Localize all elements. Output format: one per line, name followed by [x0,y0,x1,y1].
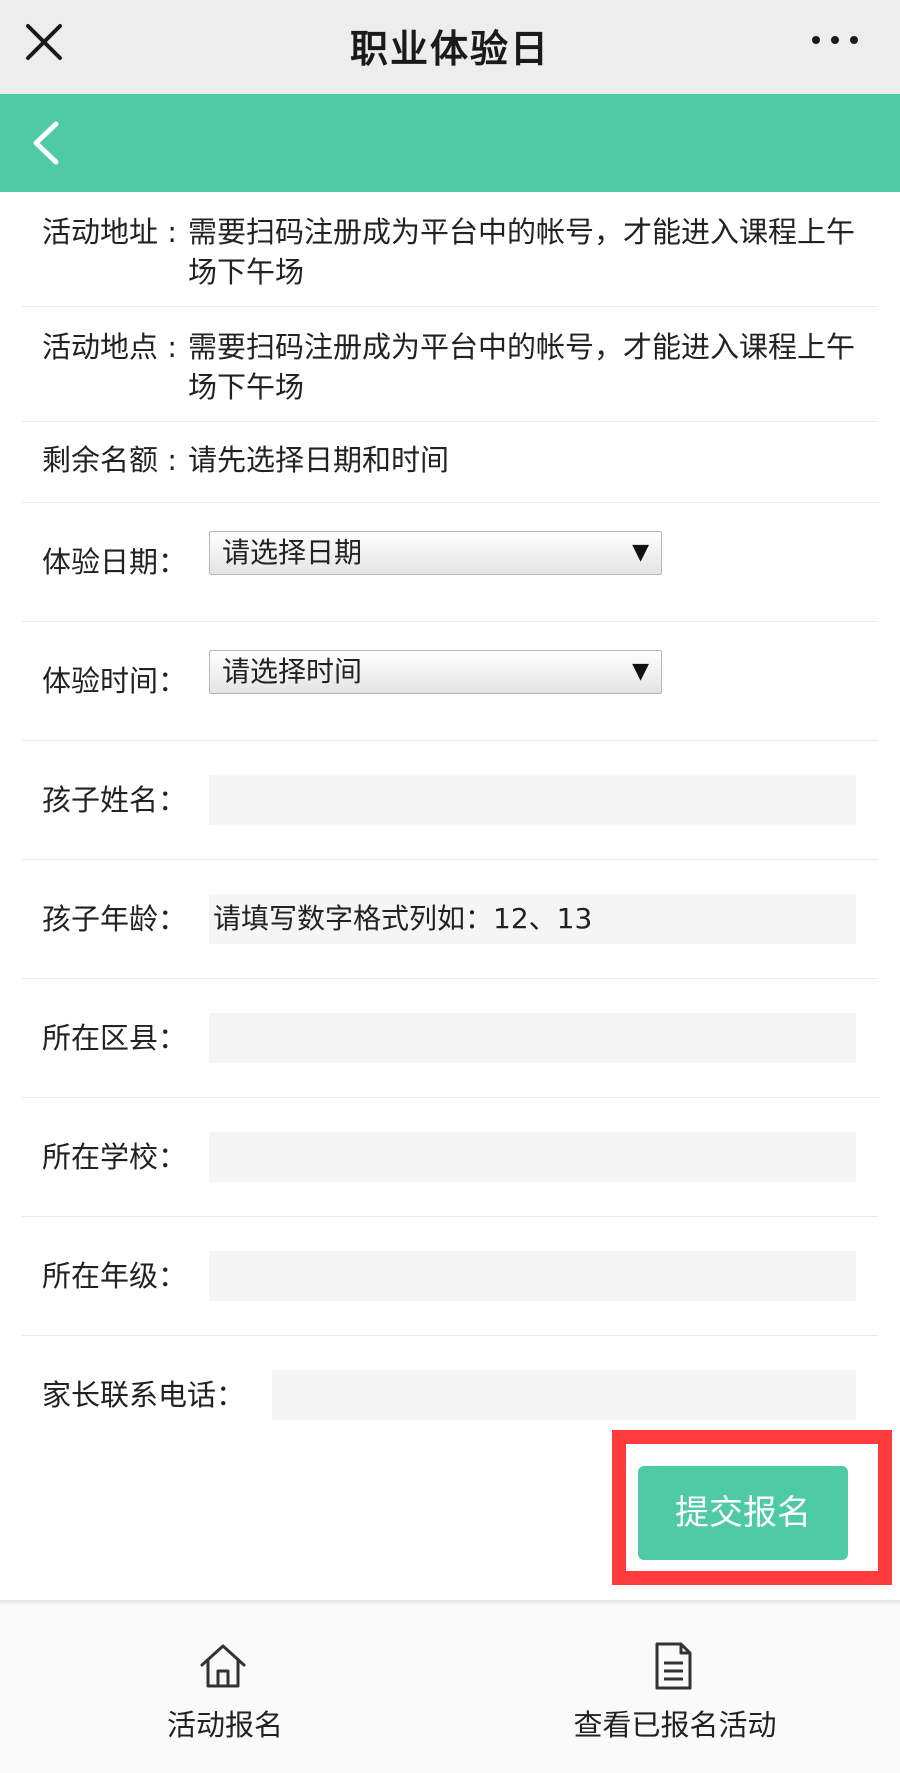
registration-form: 活动地址 : 需要扫码注册成为平台中的帐号，才能进入课程上午场下午场 活动地点 … [0,192,900,1455]
time-label: 体验时间： [42,664,188,698]
activity-address-value: 需要扫码注册成为平台中的帐号，才能进入课程上午场下午场 [188,215,856,289]
remaining-quota-label: 剩余名额 : [42,443,177,477]
date-select[interactable]: 请选择日期 ▼ [209,531,662,575]
document-icon [655,1642,692,1690]
activity-address-label: 活动地址 : [42,215,177,249]
tab-activity-signup[interactable]: 活动报名 [0,1606,450,1773]
grade-input[interactable] [209,1251,856,1301]
remaining-quota-value: 请先选择日期和时间 [188,443,450,477]
school-row: 所在学校： [22,1098,878,1217]
home-icon [200,1644,246,1688]
page-title: 职业体验日 [349,27,550,71]
time-row: 体验时间： 请选择时间 ▼ [22,622,878,741]
grade-row: 所在年级： [22,1217,878,1336]
phone-label: 家长联系电话： [42,1378,246,1412]
child-age-label: 孩子年龄： [42,902,188,936]
nav-bar [0,94,900,192]
district-label: 所在区县： [42,1021,188,1055]
activity-location-row: 活动地点 : 需要扫码注册成为平台中的帐号，才能进入课程上午场下午场 [22,307,878,422]
district-row: 所在区县： [22,979,878,1098]
child-name-row: 孩子姓名： [22,741,878,860]
date-select-value: 请选择日期 [222,536,363,569]
submit-button[interactable]: 提交报名 [638,1466,848,1560]
title-bar: 职业体验日 [0,0,900,94]
child-name-input[interactable] [209,775,856,825]
child-age-input[interactable]: 请填写数字格式列如：12、13 [209,894,856,944]
remaining-quota-row: 剩余名额 : 请先选择日期和时间 [22,422,878,503]
time-select-value: 请选择时间 [222,655,363,688]
child-age-row: 孩子年龄： 请填写数字格式列如：12、13 [22,860,878,979]
grade-label: 所在年级： [42,1259,188,1293]
activity-location-value: 需要扫码注册成为平台中的帐号，才能进入课程上午场下午场 [188,330,856,404]
date-label: 体验日期： [42,545,188,579]
time-select[interactable]: 请选择时间 ▼ [209,650,662,694]
tab-view-registered-label: 查看已报名活动 [573,1708,777,1742]
more-icon[interactable] [810,30,860,50]
district-input[interactable] [209,1013,856,1063]
activity-address-row: 活动地址 : 需要扫码注册成为平台中的帐号，才能进入课程上午场下午场 [22,192,878,307]
dropdown-arrow-icon: ▼ [632,659,649,684]
tab-bar: 活动报名 查看已报名活动 [0,1606,900,1773]
phone-input[interactable] [272,1370,856,1420]
school-label: 所在学校： [42,1140,188,1174]
activity-location-label: 活动地点 : [42,330,177,364]
back-arrow-icon[interactable] [30,120,62,166]
child-name-label: 孩子姓名： [42,783,188,817]
tab-activity-signup-label: 活动报名 [166,1708,283,1742]
dropdown-arrow-icon: ▼ [632,540,649,565]
date-row: 体验日期： 请选择日期 ▼ [22,503,878,622]
school-input[interactable] [209,1132,856,1182]
tab-view-registered[interactable]: 查看已报名活动 [450,1606,900,1773]
